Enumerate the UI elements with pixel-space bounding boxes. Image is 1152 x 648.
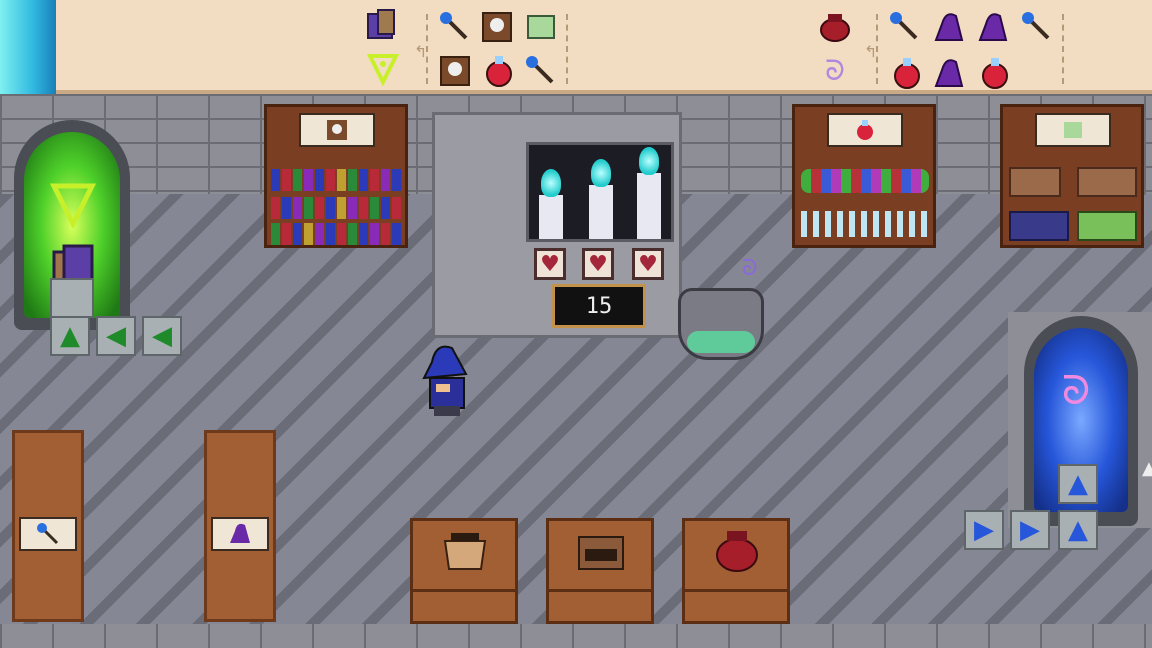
mouse-cursor-icon: ▲ [1142, 458, 1152, 479]
chest-icon [577, 531, 625, 575]
divider [426, 14, 428, 84]
blue-flame-icon [591, 159, 611, 187]
book-row [271, 223, 401, 245]
arrow-right-icon[interactable]: ▶ [1010, 510, 1050, 550]
arrow-right-icon[interactable]: ▶ [964, 510, 1004, 550]
arrow-up-icon[interactable]: ▲ [50, 316, 90, 356]
scroll-crate [1077, 167, 1137, 197]
hat-dispenser[interactable] [204, 430, 276, 622]
cauldron[interactable] [678, 288, 764, 360]
blue-flame-icon [541, 169, 561, 197]
life-heart-icon: ♥ [582, 248, 614, 280]
scroll-shelf[interactable] [1000, 104, 1144, 248]
green-scroll-icon [522, 8, 560, 46]
divider [1062, 14, 1064, 84]
timer-value: 15 [585, 293, 613, 319]
blue-wand-icon [522, 52, 560, 90]
arrow-up-icon[interactable]: ▲ [1058, 510, 1098, 550]
green-triangle-rune-icon [50, 183, 96, 228]
book-row [271, 169, 401, 191]
timer-display: 15 [552, 284, 646, 328]
red-bag-icon [816, 8, 854, 46]
plaque [1035, 113, 1111, 147]
stone-wall-bottom [0, 624, 1152, 648]
plaque [19, 517, 77, 551]
chest-station[interactable] [546, 518, 654, 624]
open-box-icon [441, 527, 489, 575]
red-potion-icon [857, 120, 873, 140]
arrow-left-icon[interactable]: ◀ [96, 316, 136, 356]
flame-corner-decoration [0, 0, 56, 94]
potion-shelf[interactable] [792, 104, 936, 248]
life-heart-icon: ♥ [632, 248, 664, 280]
vial-row [801, 211, 929, 237]
recipe-card-1: ↰ [362, 4, 572, 90]
blue-wand-icon [886, 8, 924, 46]
purple-hat-icon [230, 523, 250, 543]
box-station[interactable] [410, 518, 518, 624]
skull-book-icon [327, 120, 347, 140]
bookshelf[interactable] [264, 104, 408, 248]
green-conveyor: ▲ ◀ ◀ [50, 316, 190, 362]
arrow-up-icon[interactable]: ▲ [1058, 464, 1098, 504]
tome-stack [1009, 211, 1069, 241]
green-scroll-icon [1064, 122, 1082, 138]
plaque [299, 113, 375, 147]
plaque [827, 113, 903, 147]
skull-book-icon [478, 8, 516, 46]
recipe-order-bar: ↰ ᘐ ↰ [0, 0, 1152, 94]
green-triangle-rune-icon [364, 50, 402, 88]
wand-dispenser[interactable] [12, 430, 84, 622]
red-potion-icon [480, 52, 518, 90]
purple-hat-icon [930, 54, 968, 92]
blue-wand-icon [37, 523, 59, 545]
wizard-player [416, 344, 476, 418]
plaque [211, 517, 269, 551]
purple-swirl-rune-icon: ᘐ [825, 54, 845, 87]
cauldron-brew [687, 331, 755, 353]
red-potion-icon [888, 54, 926, 92]
counter-edge [549, 589, 651, 592]
purple-hat-icon [930, 8, 968, 46]
candle [539, 195, 563, 239]
blue-wand-icon [436, 8, 474, 46]
blue-flame-icon [639, 147, 659, 175]
bag-station[interactable] [682, 518, 790, 624]
red-potion-icon [976, 54, 1014, 92]
blue-conveyor: ▲ ▶ ▶ ▲ [960, 460, 1110, 560]
arrow-left-icon[interactable]: ◀ [142, 316, 182, 356]
divider [876, 14, 878, 84]
counter-edge [413, 589, 515, 592]
life-heart-icon: ♥ [534, 248, 566, 280]
candle [637, 173, 661, 239]
potion-row [801, 169, 929, 193]
divider [566, 14, 568, 84]
scroll-crate [1009, 167, 1061, 197]
candle-niche [526, 142, 674, 242]
purple-swirl-rune-icon: ᘐ [1062, 368, 1091, 414]
recipe-card-2: ᘐ ↰ [812, 4, 1068, 90]
candle [589, 185, 613, 239]
conveyor-pad [50, 278, 94, 318]
purple-hat-icon [974, 8, 1012, 46]
scroll-stack [1077, 211, 1137, 241]
blue-cube-icon [362, 6, 400, 44]
skull-book-icon [436, 52, 474, 90]
book-row [271, 197, 401, 219]
counter-edge [685, 589, 787, 592]
red-bag-icon [713, 527, 761, 579]
blue-wand-icon [1018, 8, 1056, 46]
purple-swirl-icon: ᘐ [742, 256, 758, 281]
